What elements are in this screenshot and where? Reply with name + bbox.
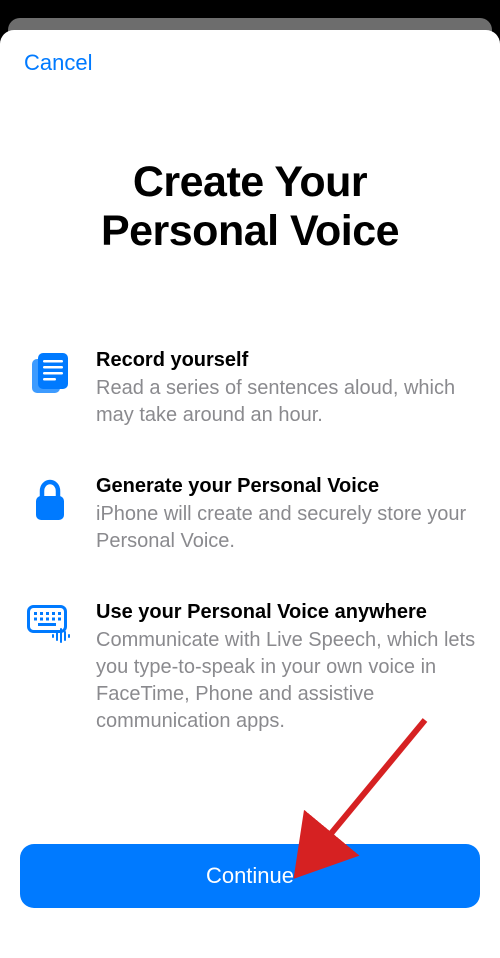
cancel-button[interactable]: Cancel [24, 50, 92, 76]
feature-record-desc: Read a series of sentences aloud, which … [96, 375, 476, 429]
button-container: Continue [0, 844, 500, 958]
feature-use-desc: Communicate with Live Speech, which lets… [96, 627, 476, 735]
continue-button[interactable]: Continue [20, 844, 480, 908]
nav-bar: Cancel [0, 30, 500, 76]
keyboard-speech-icon [24, 599, 76, 643]
feature-generate-desc: iPhone will create and securely store yo… [96, 501, 476, 555]
features-list: Record yourself Read a series of sentenc… [24, 347, 476, 779]
feature-use: Use your Personal Voice anywhere Communi… [24, 599, 476, 735]
feature-record-title: Record yourself [96, 347, 476, 373]
modal-sheet: Cancel Create Your Personal Voice [0, 30, 500, 958]
page-title: Create Your Personal Voice [24, 158, 476, 257]
feature-generate-text: Generate your Personal Voice iPhone will… [96, 473, 476, 555]
title-line-1: Create Your [133, 158, 367, 206]
feature-use-title: Use your Personal Voice anywhere [96, 599, 476, 625]
feature-use-text: Use your Personal Voice anywhere Communi… [96, 599, 476, 735]
title-line-2: Personal Voice [101, 207, 399, 255]
document-icon [24, 347, 76, 395]
feature-generate: Generate your Personal Voice iPhone will… [24, 473, 476, 555]
feature-record: Record yourself Read a series of sentenc… [24, 347, 476, 429]
content-area: Create Your Personal Voice Record your [0, 76, 500, 844]
feature-generate-title: Generate your Personal Voice [96, 473, 476, 499]
lock-icon [24, 473, 76, 523]
feature-record-text: Record yourself Read a series of sentenc… [96, 347, 476, 429]
